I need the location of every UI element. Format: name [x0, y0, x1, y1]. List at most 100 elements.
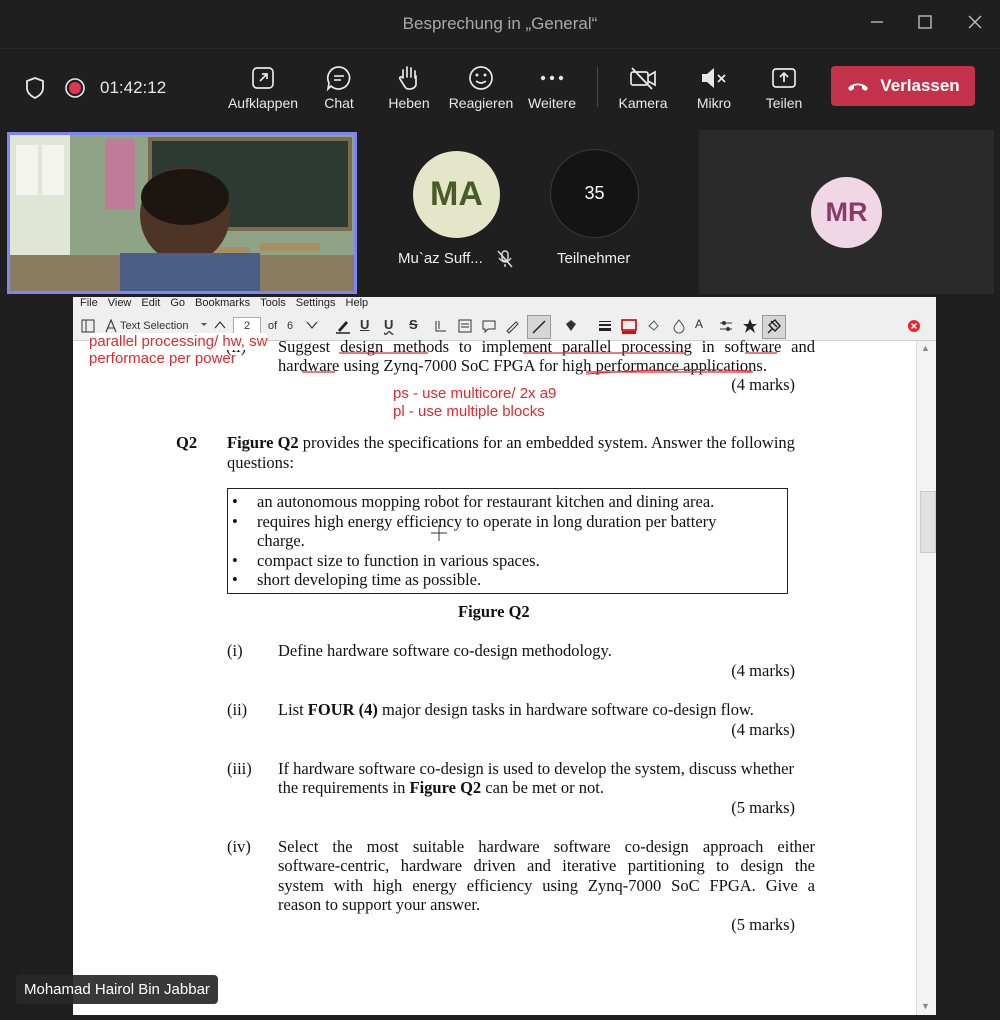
annotation-settings-icon[interactable]: [718, 318, 734, 337]
share-button[interactable]: Teilen: [760, 61, 808, 119]
close-icon[interactable]: [960, 10, 990, 38]
spec-item-continued: charge.: [257, 531, 305, 550]
font-icon[interactable]: A: [695, 317, 703, 331]
participant-tile-mr[interactable]: MR: [699, 130, 994, 294]
menu-bookmarks[interactable]: Bookmarks: [195, 297, 250, 309]
q2-intro-line2: questions:: [227, 453, 294, 472]
color-icon[interactable]: [620, 318, 638, 337]
part-iv-line3: system with high energy efficiency using…: [278, 876, 815, 895]
vertical-scrollbar[interactable]: ▲ ▼: [916, 341, 936, 1015]
bullet: •: [232, 551, 238, 570]
next-page-icon[interactable]: [305, 318, 319, 335]
classroom-video-frame: [10, 135, 354, 291]
highlighter-icon[interactable]: [335, 318, 351, 337]
menu-settings[interactable]: Settings: [296, 297, 336, 309]
mic-label: Mikro: [696, 95, 732, 111]
avatar-mr-initials: MR: [825, 197, 868, 227]
mic-muted-icon: [690, 61, 738, 95]
menu-help[interactable]: Help: [346, 297, 369, 309]
menu-edit[interactable]: Edit: [141, 297, 160, 309]
chat-label: Chat: [324, 95, 354, 111]
react-button[interactable]: Reagieren: [448, 61, 514, 119]
chevron-down-icon[interactable]: [199, 317, 209, 334]
participant-count-badge[interactable]: 35: [550, 149, 639, 238]
strikeout-icon[interactable]: S: [409, 317, 418, 332]
line-width-icon[interactable]: [597, 318, 613, 337]
line-tool-button[interactable]: [527, 315, 551, 339]
star-icon[interactable]: [742, 318, 758, 337]
part-iv-line1: Select the most suitable hardware softwa…: [278, 837, 815, 856]
participant-count-label: Teilnehmer: [557, 250, 631, 267]
pdf-page[interactable]: (ii) Suggest design methods to implement…: [73, 333, 916, 1015]
chat-button[interactable]: Chat: [314, 61, 364, 119]
page-total: 6: [287, 320, 294, 332]
menu-view[interactable]: View: [108, 297, 132, 309]
q2-label: Q2: [176, 433, 198, 452]
camera-off-icon: [616, 61, 670, 95]
part-iv-line4: reason to support your answer.: [278, 895, 481, 914]
part-ii-bold: FOUR (4): [307, 700, 378, 719]
part-iii-pre: the requirements in: [278, 778, 410, 797]
part-i-number: (i): [227, 641, 243, 660]
popup-note-icon[interactable]: [481, 318, 497, 337]
spec-item: short developing time as possible.: [257, 570, 482, 589]
raise-hand-label: Heben: [388, 95, 430, 111]
raise-hand-button[interactable]: Heben: [384, 61, 434, 119]
scroll-down-icon[interactable]: ▼: [921, 1001, 930, 1011]
spec-box: • an autonomous mopping robot for restau…: [227, 488, 788, 594]
q2-intro-text: provides the specifications for an embed…: [298, 433, 795, 452]
minimize-icon[interactable]: [862, 10, 892, 38]
opacity-icon[interactable]: [671, 318, 687, 337]
red-underline-annotations: [302, 352, 777, 375]
menu-file[interactable]: File: [80, 297, 98, 309]
close-annotation-toolbar-icon[interactable]: [907, 319, 921, 336]
shield-icon[interactable]: [24, 76, 46, 105]
line-icon: [532, 320, 546, 334]
squiggly-icon[interactable]: U: [384, 317, 393, 332]
more-button[interactable]: Weitere: [526, 61, 578, 119]
q2-intro-line1: Figure Q2 provides the specifications fo…: [227, 433, 815, 453]
part-iii-line1: If hardware software co-design is used t…: [278, 759, 794, 778]
underline-icon[interactable]: U: [360, 317, 369, 332]
camera-button[interactable]: Kamera: [616, 61, 670, 119]
part-ii-marks: (4 marks): [731, 720, 795, 739]
scrollbar-thumb[interactable]: [920, 491, 936, 553]
fill-color-icon[interactable]: [645, 318, 661, 337]
mic-button[interactable]: Mikro: [690, 61, 738, 119]
figure-caption: Figure Q2: [458, 602, 530, 621]
avatar-ma[interactable]: MA: [413, 151, 500, 238]
viewer-menu-bar: File View Edit Go Bookmarks Tools Settings Help: [73, 297, 936, 313]
pop-out-icon: [226, 61, 300, 95]
stamp-icon[interactable]: [563, 318, 579, 337]
chat-icon: [314, 61, 364, 95]
bullet: •: [232, 512, 238, 531]
meeting-timer: 01:42:12: [100, 78, 167, 97]
spec-item: an autonomous mopping robot for restaura…: [257, 492, 715, 511]
hang-up-icon: [848, 83, 869, 91]
more-icon: [526, 61, 578, 95]
popout-button[interactable]: Aufklappen: [226, 61, 300, 119]
typewriter-icon[interactable]: [433, 318, 449, 337]
participant-count: 35: [584, 183, 605, 203]
freehand-icon[interactable]: [505, 318, 521, 337]
avatar-mr: MR: [811, 177, 882, 248]
mode-selector[interactable]: Text Selection: [120, 320, 188, 332]
leave-button[interactable]: Verlassen: [831, 66, 975, 106]
page-of-label: of: [268, 320, 278, 332]
meeting-toolbar: 01:42:12 Aufklappen Chat Heben Reagieren…: [0, 49, 1000, 127]
maximize-icon[interactable]: [910, 10, 940, 38]
menu-go[interactable]: Go: [170, 297, 185, 309]
part-ii-post: major design tasks in hardware software …: [377, 700, 754, 719]
inline-note-icon[interactable]: [457, 318, 473, 337]
part-ii-text: List FOUR (4) major design tasks in hard…: [278, 700, 754, 720]
part-iii-post: can be met or not.: [481, 778, 604, 797]
spec-item: compact size to function in various spac…: [257, 551, 540, 570]
raise-hand-icon: [384, 61, 434, 95]
pin-toolbar-button[interactable]: [762, 315, 786, 339]
part-iv-line2: software-centric, hardware driven and it…: [278, 856, 815, 875]
part-iii-marks: (5 marks): [731, 798, 795, 817]
menu-tools[interactable]: Tools: [260, 297, 286, 309]
part-iii-number: (iii): [227, 759, 252, 778]
scroll-up-icon[interactable]: ▲: [921, 343, 930, 353]
presenter-video[interactable]: [7, 132, 357, 294]
